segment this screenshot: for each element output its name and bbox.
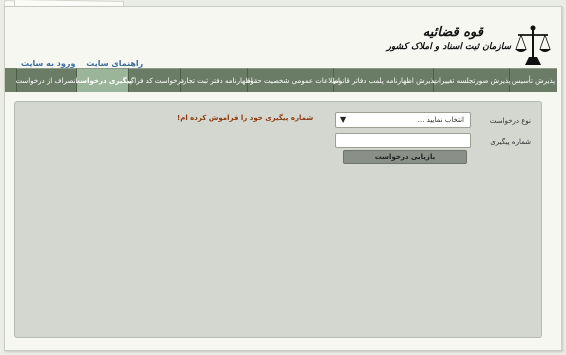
- follow-up-panel: نوع درخواست انتخاب نمایید ... ▼ شماره پی…: [14, 101, 542, 338]
- tracking-number-label: شماره پیگیری: [490, 138, 531, 146]
- dropdown-arrow-icon: ▼: [340, 115, 347, 124]
- tab-legal-entity-info[interactable]: اطلاعات عمومی شخصیت حقوقی: [241, 68, 340, 92]
- retrieve-request-button[interactable]: بازیابی درخواست: [343, 150, 467, 164]
- judiciary-emblem-icon: [515, 25, 551, 65]
- request-type-value: انتخاب نمایید ...: [417, 116, 464, 124]
- forgot-tracking-link[interactable]: شماره پیگیری خود را فراموش کرده ام!: [177, 114, 313, 122]
- tab-commercial-book[interactable]: اظهارنامه دفتر ثبت تجارتی: [175, 68, 253, 92]
- tab-book-sealing[interactable]: پذیرش اظهارنامه پلمب دفاتر قانونی: [331, 68, 436, 92]
- request-type-select[interactable]: انتخاب نمایید ... ▼: [335, 112, 471, 128]
- tab-follow-up[interactable]: پیگیری درخواست: [73, 68, 132, 92]
- tab-change-minutes[interactable]: پذیرش صورتجلسه تغییرات: [432, 68, 511, 92]
- header: قوه قضائیه سازمان ثبت اسناد و املاک کشور…: [5, 7, 561, 73]
- tab-cancel-request[interactable]: انصراف از درخواست: [16, 68, 77, 92]
- request-type-label: نوع درخواست: [489, 117, 531, 125]
- org-name-line2: سازمان ثبت اسناد و املاک کشور: [386, 42, 511, 52]
- org-name-line1: قوه قضائیه: [422, 25, 483, 40]
- tab-universal-code[interactable]: درخواست کد فراگیر: [125, 68, 184, 92]
- site-guide-link[interactable]: راهنمای سایت: [86, 59, 143, 68]
- tracking-number-input[interactable]: [335, 133, 471, 148]
- main-tabs: پذیرش تأسیس پذیرش صورتجلسه تغییرات پذیرش…: [5, 68, 557, 92]
- top-links: راهنمای سایت ورود به سایت: [13, 59, 143, 68]
- tab-registration[interactable]: پذیرش تأسیس: [509, 68, 557, 92]
- organization-title: قوه قضائیه سازمان ثبت اسناد و املاک کشور: [387, 25, 511, 52]
- login-link[interactable]: ورود به سایت: [21, 59, 75, 68]
